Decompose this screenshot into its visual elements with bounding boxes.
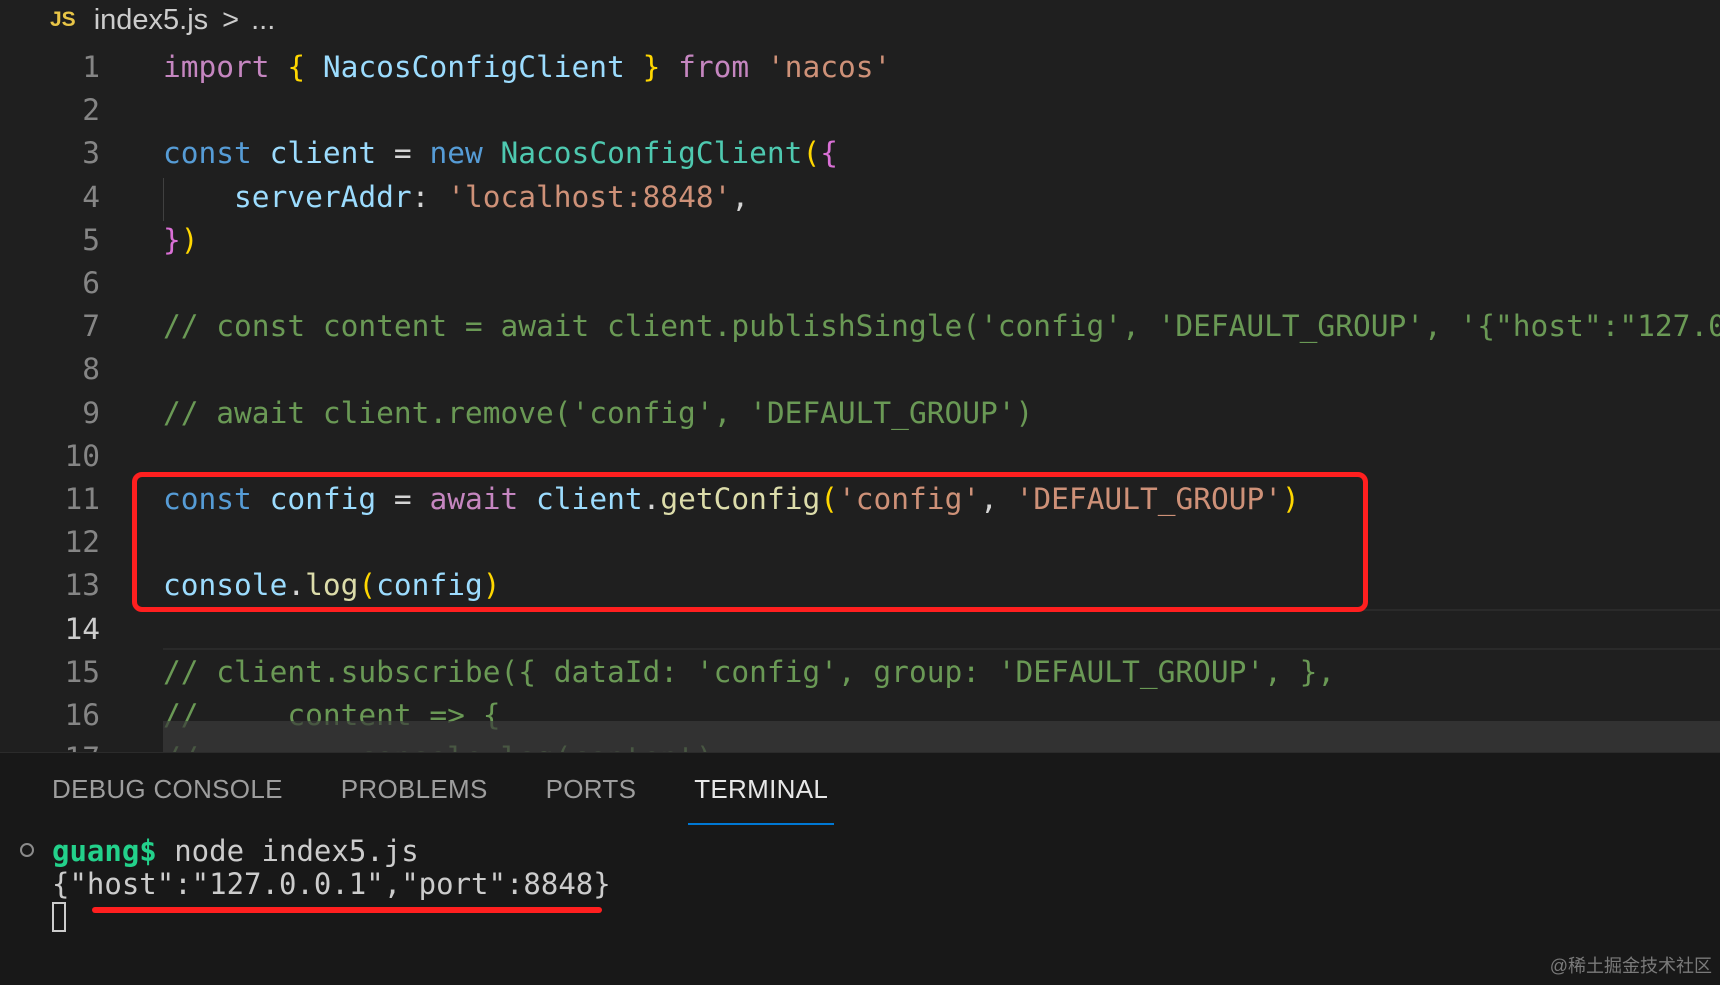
- code-token: const: [163, 136, 252, 171]
- panel-tabs: DEBUG CONSOLE PROBLEMS PORTS TERMINAL: [52, 753, 886, 825]
- code-line[interactable]: 1 import { NacosConfigClient } from 'naco…: [0, 46, 1720, 89]
- line-number: 16: [64, 698, 100, 732]
- bottom-panel: DEBUG CONSOLE PROBLEMS PORTS TERMINAL gu…: [0, 752, 1720, 985]
- code-token: new: [429, 136, 483, 171]
- code-token: {: [820, 136, 838, 171]
- chevron-right-icon: >: [222, 3, 240, 36]
- code-token: }: [642, 50, 661, 84]
- code-line[interactable]: 15 // client.subscribe({ dataId: 'config'…: [0, 651, 1720, 694]
- annotation-highlight-box: [132, 472, 1368, 612]
- code-line[interactable]: 2: [0, 89, 1720, 132]
- breadcrumb: JS index5.js > ...: [50, 0, 275, 40]
- line-number: 6: [82, 266, 100, 300]
- line-number: 2: [82, 93, 100, 128]
- code-text: serverAddr: 'localhost:8848',: [163, 176, 749, 219]
- line-number: 4: [82, 179, 100, 214]
- code-token: ): [180, 222, 199, 257]
- tab-terminal[interactable]: TERMINAL: [688, 753, 834, 825]
- code-token: // client.subscribe({ dataId: 'config', …: [163, 654, 1336, 689]
- line-number: 7: [82, 309, 100, 344]
- code-line[interactable]: 3 const client = new NacosConfigClient({: [0, 132, 1720, 175]
- line-number: 15: [64, 654, 100, 689]
- code-text: const client = new NacosConfigClient({: [163, 132, 838, 175]
- code-line[interactable]: 6: [0, 262, 1720, 305]
- breadcrumb-more[interactable]: ...: [251, 4, 275, 37]
- watermark: @稀土掘金技术社区: [1549, 956, 1712, 976]
- code-token: NacosConfigClient: [322, 50, 625, 84]
- terminal-command-line: guang$ node index5.js: [52, 833, 419, 869]
- line-number: 14: [64, 611, 100, 646]
- line-number: 3: [82, 136, 100, 171]
- terminal-prompt: guang$: [52, 834, 157, 868]
- code-token: {: [287, 50, 306, 84]
- code-token: // await client.remove('config', 'DEFAUL…: [163, 395, 1034, 430]
- line-number: 5: [82, 222, 100, 257]
- tab-ports[interactable]: PORTS: [546, 753, 637, 825]
- code-line[interactable]: 9 // await client.remove('config', 'DEFAU…: [0, 392, 1720, 435]
- current-line-highlight: [163, 609, 1720, 650]
- tab-debug-console[interactable]: DEBUG CONSOLE: [52, 753, 283, 825]
- code-line[interactable]: 7 // const content = await client.publish…: [0, 305, 1720, 348]
- terminal-cursor[interactable]: [52, 902, 66, 932]
- line-number: 13: [64, 568, 100, 603]
- code-editor[interactable]: JS index5.js > ... 1 import { NacosConfig…: [0, 0, 1720, 752]
- code-token: 'localhost:8848': [447, 179, 732, 214]
- code-text: // const content = await client.publishS…: [163, 305, 1720, 348]
- code-text: import { NacosConfigClient } from 'nacos…: [163, 46, 891, 89]
- code-line[interactable]: 4 serverAddr: 'localhost:8848',: [0, 176, 1720, 219]
- code-text: // client.subscribe({ dataId: 'config', …: [163, 651, 1335, 694]
- code-token: :: [411, 179, 448, 214]
- code-token: ,: [731, 179, 750, 214]
- code-line[interactable]: 8: [0, 348, 1720, 391]
- annotation-underline: [92, 907, 602, 913]
- line-number: 9: [82, 395, 100, 430]
- line-number: 1: [82, 50, 100, 84]
- code-token: 'nacos': [766, 50, 892, 84]
- code-line[interactable]: 5}): [0, 219, 1720, 262]
- line-number: 12: [64, 525, 100, 560]
- line-number: 10: [64, 438, 100, 473]
- code-token: import: [163, 50, 270, 84]
- command-status-icon: [20, 843, 34, 857]
- code-token: NacosConfigClient: [500, 136, 803, 171]
- code-token: =: [376, 136, 430, 171]
- terminal-command: node index5.js: [156, 834, 419, 868]
- code-token: client: [269, 136, 377, 171]
- code-text: // await client.remove('config', 'DEFAUL…: [163, 392, 1033, 435]
- line-number: 11: [64, 482, 100, 516]
- code-token: from: [678, 50, 750, 84]
- code-text: }): [163, 219, 199, 262]
- line-number: 17: [0, 737, 100, 752]
- code-token: }: [163, 222, 181, 257]
- code-token: serverAddr: [234, 179, 412, 214]
- code-token: // const content = await client.publishS…: [163, 309, 1720, 344]
- tab-problems[interactable]: PROBLEMS: [341, 753, 488, 825]
- breadcrumb-file-name[interactable]: index5.js: [94, 4, 208, 37]
- scroll-shadow: [163, 721, 1720, 752]
- terminal-output: {"host":"127.0.0.1","port":8848}: [52, 867, 611, 901]
- line-number: 8: [82, 352, 100, 387]
- code-token: (: [802, 136, 821, 171]
- javascript-file-icon: JS: [50, 8, 76, 31]
